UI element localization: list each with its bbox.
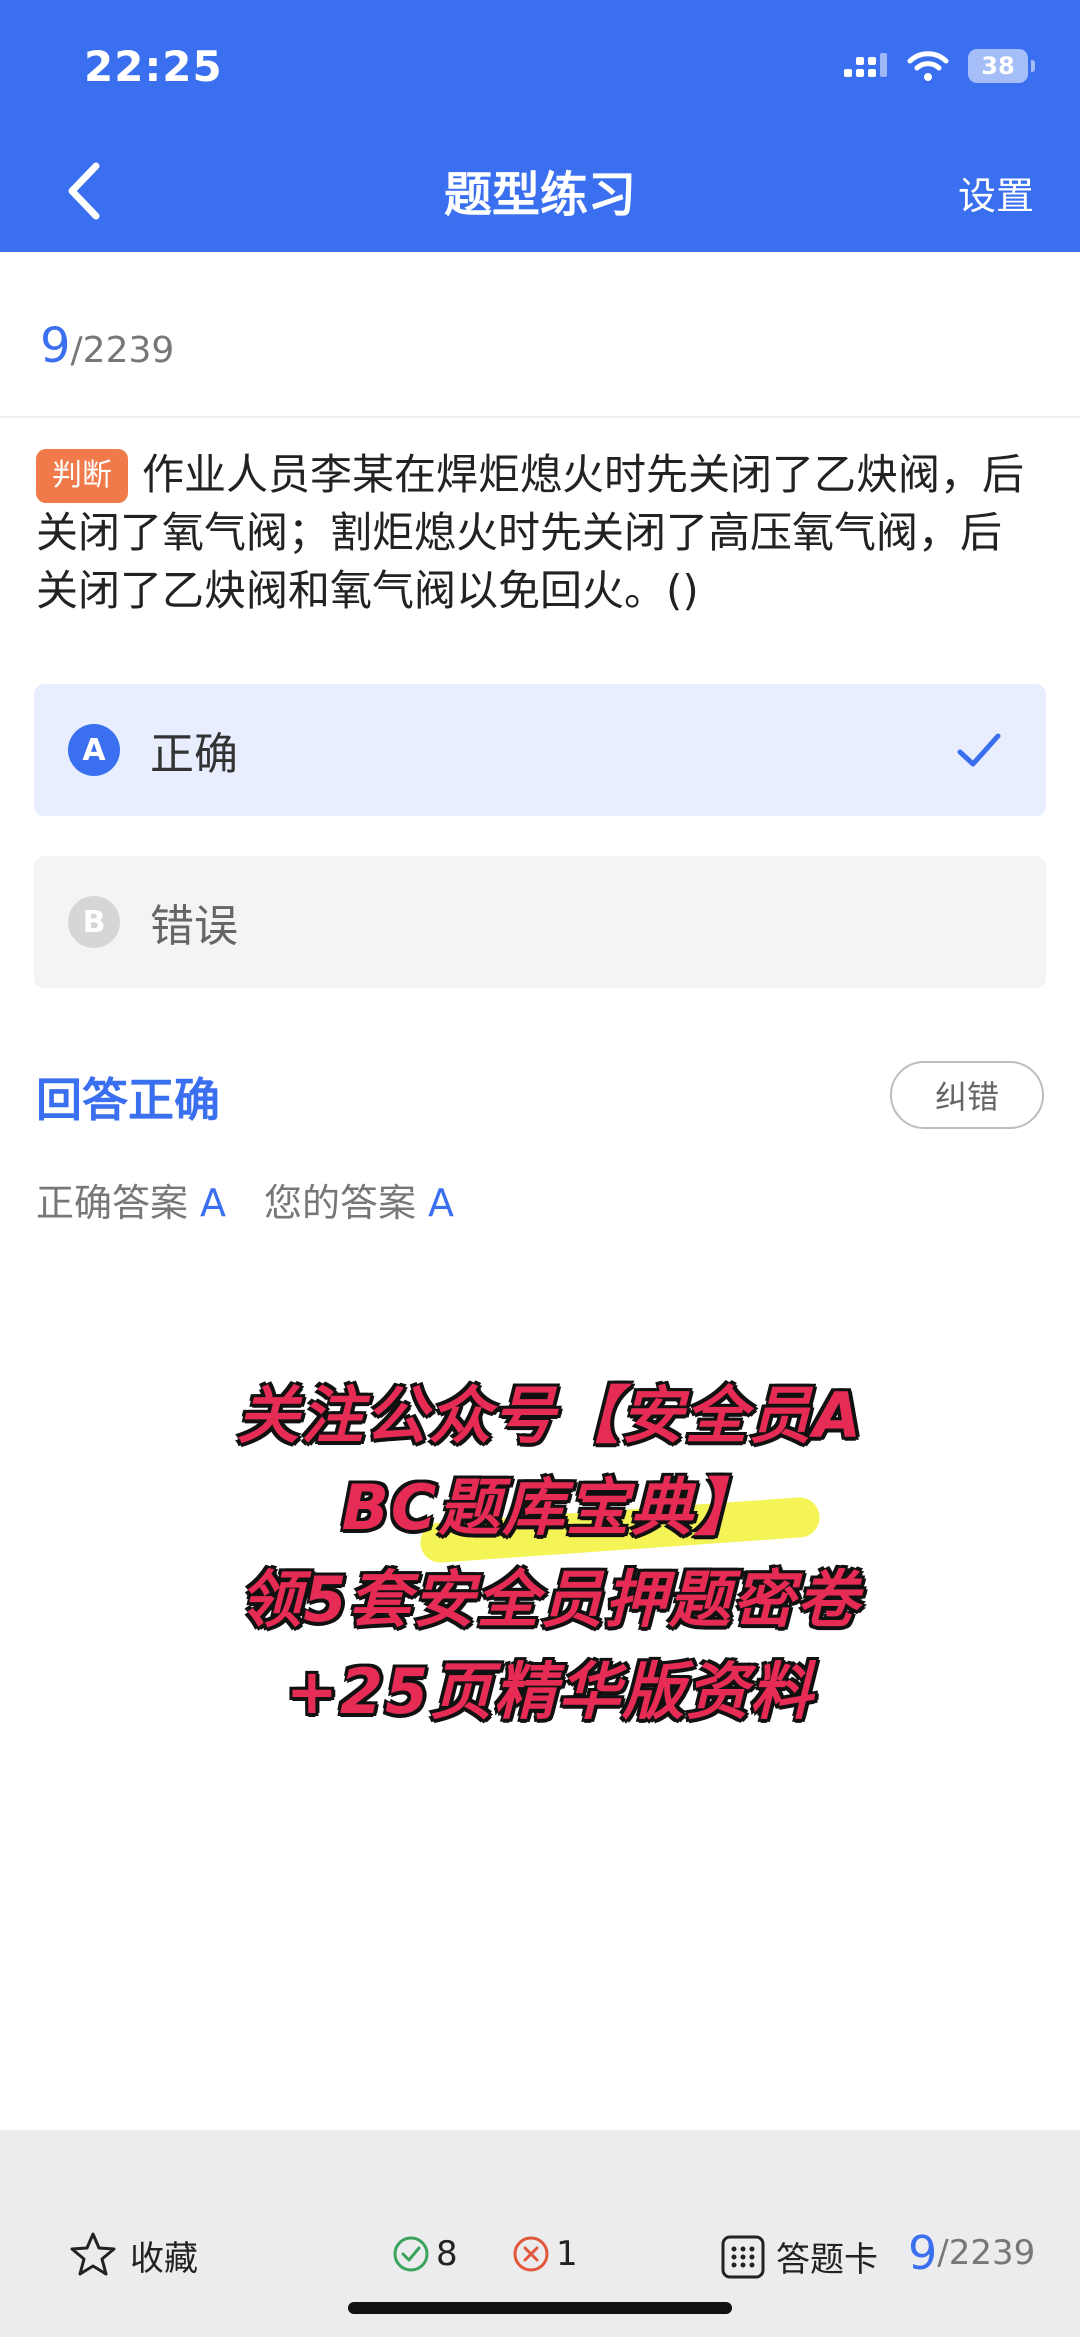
question-counter: 9/2239 bbox=[40, 318, 174, 374]
your-answer-label: 您的答案 bbox=[264, 1181, 417, 1225]
app-header: 22:25 38 题型练习 设置 bbox=[0, 0, 1080, 252]
option-a[interactable]: A 正确 bbox=[34, 684, 1046, 816]
status-time: 22:25 bbox=[84, 42, 223, 91]
bottom-counter-current: 9 bbox=[908, 2226, 938, 2280]
promo-overlay: 关注公众号【安全员A BC题库宝典】 领5套安全员押题密卷 +25页精华版资料 bbox=[160, 1370, 940, 1738]
home-indicator bbox=[348, 2302, 732, 2314]
your-answer-value: A bbox=[428, 1181, 455, 1225]
option-a-letter: A bbox=[68, 724, 120, 776]
bottom-counter: 9/2239 bbox=[908, 2226, 1035, 2280]
wrong-count: 1 bbox=[512, 2234, 578, 2274]
promo-line-2: BC题库宝典】 bbox=[341, 1471, 759, 1544]
grid-icon bbox=[721, 2235, 765, 2278]
option-a-text: 正确 bbox=[150, 729, 238, 780]
wifi-icon bbox=[907, 51, 949, 81]
favorite-button[interactable]: 收藏 bbox=[68, 2230, 198, 2280]
correct-count: 8 bbox=[392, 2234, 458, 2274]
counter-total: /2239 bbox=[70, 330, 175, 371]
wrong-count-value: 1 bbox=[556, 2234, 578, 2274]
bottom-counter-total: /2239 bbox=[937, 2233, 1036, 2273]
report-error-button[interactable]: 纠错 bbox=[890, 1061, 1044, 1129]
divider bbox=[0, 416, 1080, 418]
status-icons: 38 bbox=[842, 46, 1035, 86]
option-b-text: 错误 bbox=[150, 901, 238, 952]
question-block: 判断 作业人员李某在焊炬熄火时先关闭了乙炔阀，后关闭了氧气阀；割炬熄火时先关闭了高… bbox=[36, 446, 1036, 620]
correct-count-value: 8 bbox=[436, 2234, 458, 2274]
answer-summary: 正确答案 A 您的答案 A bbox=[36, 1172, 454, 1227]
promo-line-1: 关注公众号【安全员A bbox=[237, 1379, 863, 1452]
wrong-circle-icon bbox=[513, 2236, 549, 2272]
correct-answer-label: 正确答案 bbox=[36, 1181, 189, 1225]
correct-circle-icon bbox=[393, 2236, 429, 2272]
question-text: 作业人员李某在焊炬熄火时先关闭了乙炔阀，后关闭了氧气阀；割炬熄火时先关闭了高压氧… bbox=[36, 450, 1025, 615]
promo-line-3: 领5套安全员押题密卷 bbox=[239, 1563, 861, 1636]
result-status: 回答正确 bbox=[36, 1073, 220, 1127]
check-icon bbox=[957, 733, 1001, 767]
correct-answer-value: A bbox=[200, 1181, 227, 1225]
option-b-letter: B bbox=[68, 896, 120, 948]
option-b[interactable]: B 错误 bbox=[34, 856, 1046, 988]
page-title: 题型练习 bbox=[443, 167, 636, 223]
battery-indicator: 38 bbox=[968, 49, 1035, 83]
settings-button[interactable]: 设置 bbox=[958, 165, 1034, 220]
signal-icon bbox=[844, 53, 887, 77]
question-type-tag: 判断 bbox=[36, 449, 128, 503]
counter-current: 9 bbox=[40, 318, 71, 374]
answer-card-label: 答题卡 bbox=[776, 2240, 878, 2280]
star-icon bbox=[70, 2232, 116, 2276]
favorite-label: 收藏 bbox=[130, 2238, 198, 2279]
answer-card-button[interactable]: 答题卡 bbox=[720, 2232, 878, 2281]
promo-line-4: +25页精华版资料 bbox=[285, 1655, 815, 1728]
